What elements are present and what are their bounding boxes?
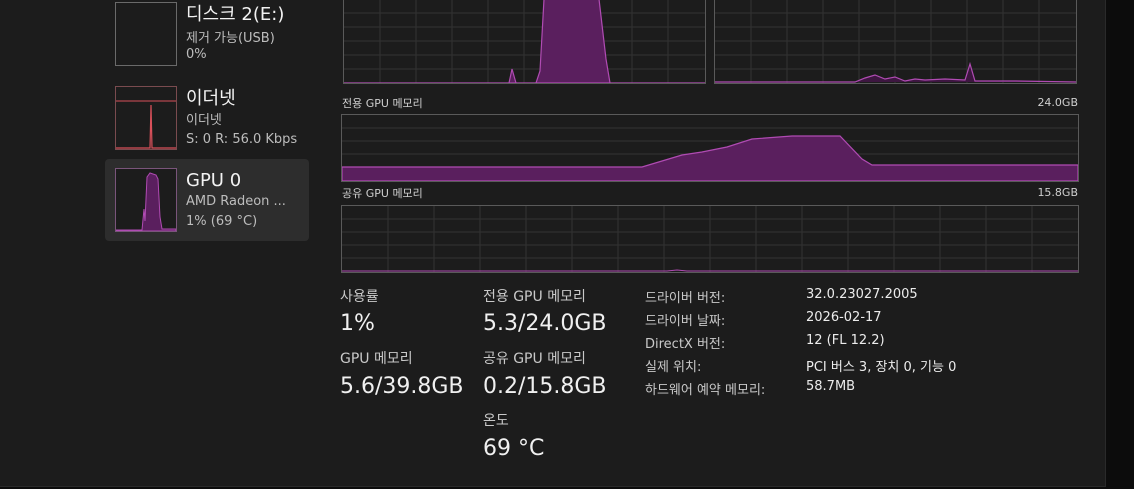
sidebar-item-detail: 0%	[186, 47, 207, 62]
dedicated-memory-chart	[342, 127, 1078, 181]
ethernet-thumbnail-graph	[115, 86, 177, 150]
physical-location-key: 실제 위치:	[645, 360, 702, 375]
dedicated-memory-graph-max: 24.0GB	[1037, 96, 1078, 109]
task-manager-window: 디스크 2(E:) 제거 가능(USB) 0% 이더넷 이더넷 S: 0 R: …	[0, 0, 1106, 487]
sidebar-item-title: 디스크 2(E:)	[186, 4, 285, 25]
gpu-engine-graph-right	[714, 0, 1077, 84]
usage-value: 1%	[340, 311, 375, 336]
shared-memory-graph	[341, 205, 1079, 273]
ethernet-mini-chart	[116, 100, 176, 149]
directx-version-value: 12 (FL 12.2)	[806, 333, 885, 348]
performance-sidebar: 디스크 2(E:) 제거 가능(USB) 0% 이더넷 이더넷 S: 0 R: …	[0, 0, 310, 486]
engine-chart-right	[715, 0, 1076, 83]
hardware-reserved-memory-value: 58.7MB	[806, 379, 856, 394]
shared-memory-graph-max: 15.8GB	[1037, 186, 1078, 199]
shared-memory-label: 공유 GPU 메모리	[483, 351, 586, 367]
driver-date-key: 드라이버 날짜:	[645, 314, 726, 329]
temperature-value: 69 °C	[483, 436, 545, 461]
directx-version-key: DirectX 버전:	[645, 337, 726, 352]
sidebar-item-subtitle: 이더넷	[186, 113, 222, 128]
driver-version-key: 드라이버 버전:	[645, 291, 726, 306]
usage-label: 사용률	[340, 289, 379, 305]
sidebar-item-subtitle: AMD Radeon ...	[186, 194, 286, 209]
gpu-memory-value: 5.6/39.8GB	[340, 374, 464, 399]
sidebar-item-subtitle: 제거 가능(USB)	[186, 31, 275, 46]
disk-mini-chart	[116, 3, 176, 65]
sidebar-item-title: GPU 0	[186, 170, 242, 191]
sidebar-item-detail: 1% (69 °C)	[186, 214, 258, 229]
gpu-detail-pane: 전용 GPU 메모리 24.0GB 공유 GPU 메모리 15.8GB 사용률 …	[325, 0, 1105, 486]
shared-memory-value: 0.2/15.8GB	[483, 374, 607, 399]
gpu-memory-label: GPU 메모리	[340, 351, 413, 367]
gpu-engine-graph-left	[343, 0, 706, 84]
shared-memory-chart	[342, 206, 1078, 272]
dedicated-memory-graph	[341, 114, 1079, 182]
sidebar-item-title: 이더넷	[186, 88, 236, 109]
physical-location-value: PCI 버스 3, 장치 0, 기능 0	[806, 360, 957, 375]
gpu-mini-chart	[116, 172, 176, 231]
sidebar-item-gpu-0[interactable]: GPU 0 AMD Radeon ... 1% (69 °C)	[105, 159, 309, 241]
temperature-label: 온도	[483, 413, 509, 429]
driver-date-value: 2026-02-17	[806, 310, 882, 325]
sidebar-item-ethernet[interactable]: 이더넷 이더넷 S: 0 R: 56.0 Kbps	[105, 80, 309, 160]
dedicated-memory-graph-label: 전용 GPU 메모리	[342, 97, 423, 110]
shared-memory-graph-label: 공유 GPU 메모리	[342, 187, 423, 200]
sidebar-item-disk-2[interactable]: 디스크 2(E:) 제거 가능(USB) 0%	[105, 0, 309, 78]
hardware-reserved-memory-key: 하드웨어 예약 메모리:	[645, 383, 766, 398]
dedicated-memory-label: 전용 GPU 메모리	[483, 289, 586, 305]
disk-thumbnail-graph	[115, 2, 177, 66]
driver-version-value: 32.0.23027.2005	[806, 287, 918, 302]
gpu-thumbnail-graph	[115, 168, 177, 232]
dedicated-memory-value: 5.3/24.0GB	[483, 311, 607, 336]
engine-chart-left	[344, 0, 705, 83]
sidebar-item-detail: S: 0 R: 56.0 Kbps	[186, 132, 298, 147]
